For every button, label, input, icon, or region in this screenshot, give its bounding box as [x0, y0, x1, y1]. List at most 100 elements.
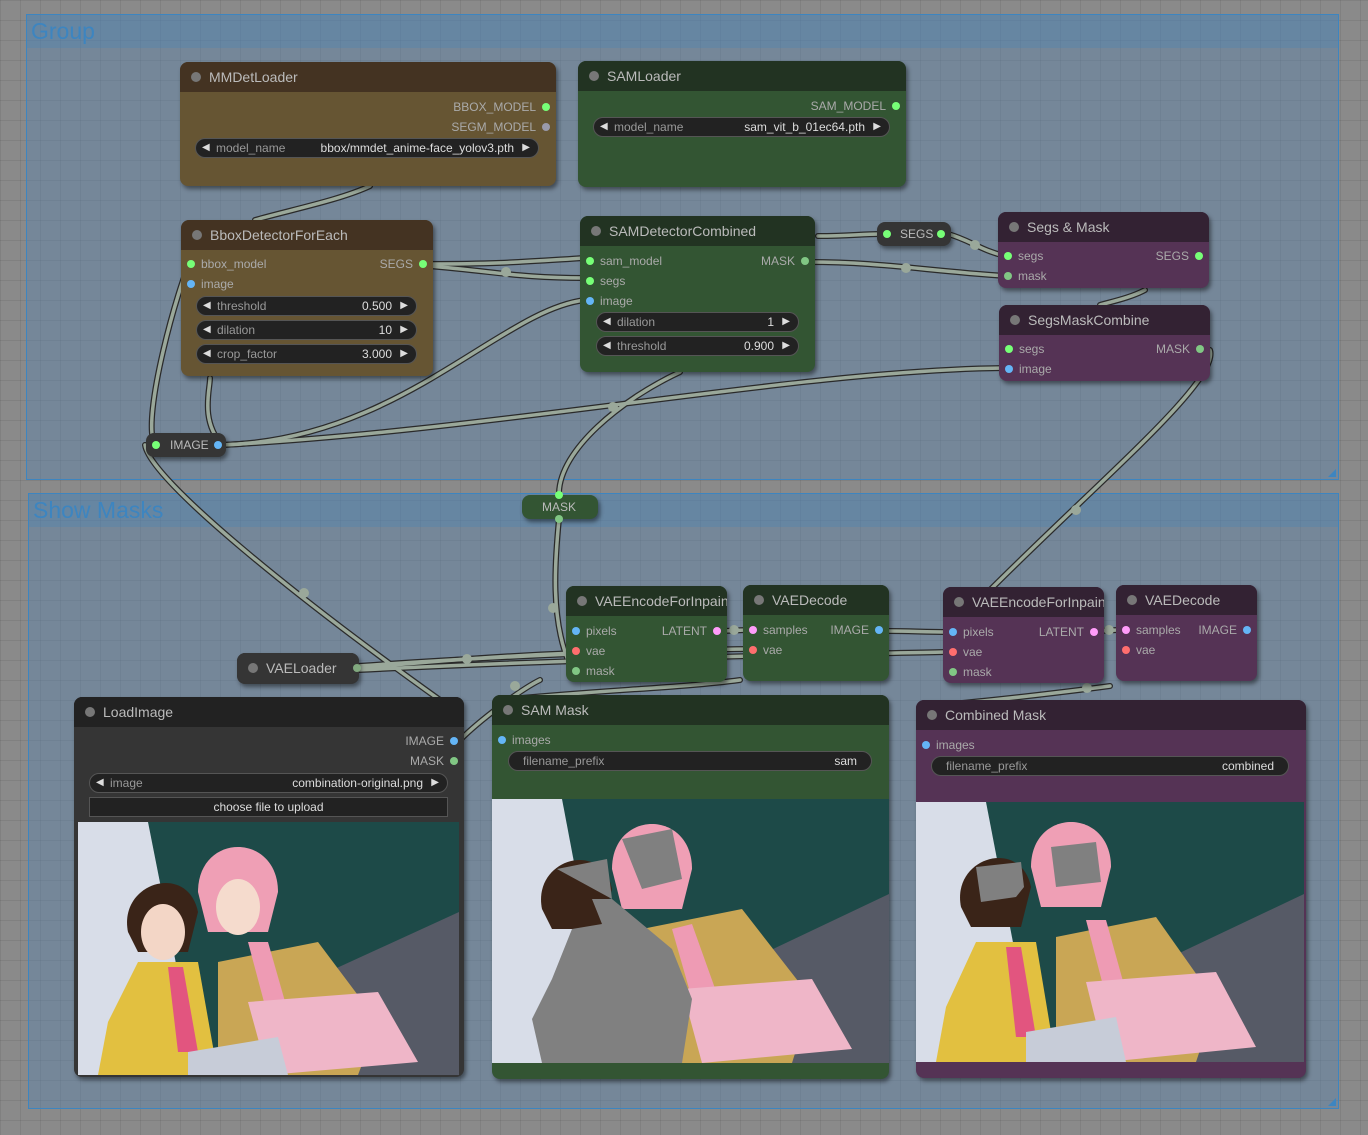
arrow-right-icon[interactable]: ▶	[782, 337, 790, 355]
slot-dot-icon[interactable]	[1122, 646, 1130, 654]
slot-dot-icon[interactable]	[1004, 252, 1012, 260]
arrow-right-icon[interactable]: ▶	[431, 774, 439, 792]
input-image[interactable]: image	[584, 294, 633, 308]
slot-dot-icon[interactable]	[713, 627, 721, 635]
output-image[interactable]: IMAGE	[830, 623, 885, 637]
slot-dot-icon[interactable]	[1004, 272, 1012, 280]
node-bboxdetectorforeach[interactable]: BboxDetectorForEach bbox_model image SEG…	[181, 220, 433, 376]
reroute-image[interactable]: IMAGE	[146, 433, 226, 457]
threshold-slider[interactable]: ◀ threshold 0.500 ▶	[196, 296, 417, 316]
arrow-right-icon[interactable]: ▶	[400, 345, 408, 363]
node-title[interactable]: VAEEncodeForInpaint	[943, 587, 1104, 617]
collapse-dot-icon[interactable]	[1010, 315, 1020, 325]
arrow-left-icon[interactable]: ◀	[600, 118, 608, 136]
crop-factor-slider[interactable]: ◀ crop_factor 3.000 ▶	[196, 344, 417, 364]
node-title[interactable]: VAEEncodeForInpaint	[566, 586, 727, 616]
slot-dot-icon[interactable]	[1196, 345, 1204, 353]
dilation-slider[interactable]: ◀ dilation 1 ▶	[596, 312, 799, 332]
slot-dot-icon[interactable]	[187, 260, 195, 268]
slot-dot-icon[interactable]	[542, 103, 550, 111]
reroute-mask[interactable]: MASK	[522, 491, 598, 523]
slot-dot-icon[interactable]	[572, 627, 580, 635]
slot-dot-icon[interactable]	[1005, 345, 1013, 353]
input-mask[interactable]: mask	[570, 664, 615, 678]
slot-dot-icon[interactable]	[922, 741, 930, 749]
input-images[interactable]: images	[920, 738, 975, 752]
filename-prefix-field[interactable]: filename_prefix sam	[508, 751, 872, 771]
node-title[interactable]: SAMLoader	[578, 61, 906, 91]
input-samples[interactable]: samples	[1120, 623, 1181, 637]
output-segs[interactable]: SEGS	[1156, 249, 1205, 263]
collapse-dot-icon[interactable]	[1127, 595, 1137, 605]
slot-dot-icon[interactable]	[949, 648, 957, 656]
choose-file-upload-button[interactable]: choose file to upload	[89, 797, 448, 817]
node-combined-mask-preview[interactable]: Combined Mask images filename_prefix comb…	[916, 700, 1306, 1078]
slot-dot-icon[interactable]	[892, 102, 900, 110]
slot-dot-icon[interactable]	[1005, 365, 1013, 373]
node-loadimage[interactable]: LoadImage IMAGE MASK ◀ image combination-o…	[74, 697, 464, 1077]
input-bbox-model[interactable]: bbox_model	[185, 257, 266, 271]
slot-dot-icon[interactable]	[875, 626, 883, 634]
slot-dot-icon[interactable]	[572, 647, 580, 655]
input-vae[interactable]: vae	[947, 645, 982, 659]
group-title[interactable]: Show Masks	[29, 494, 1338, 527]
slot-dot-icon[interactable]	[419, 260, 427, 268]
node-title[interactable]: VAELoader	[237, 653, 359, 683]
slot-dot-icon[interactable]	[949, 628, 957, 636]
output-latent[interactable]: LATENT	[662, 624, 723, 638]
group-resize-handle[interactable]	[1328, 469, 1336, 477]
collapse-dot-icon[interactable]	[248, 663, 258, 673]
node-title[interactable]: LoadImage	[74, 697, 464, 727]
collapse-dot-icon[interactable]	[577, 596, 587, 606]
arrow-left-icon[interactable]: ◀	[203, 321, 211, 339]
input-pixels[interactable]: pixels	[570, 624, 617, 638]
output-sam-model[interactable]: SAM_MODEL	[811, 99, 902, 113]
output-image[interactable]: IMAGE	[405, 734, 460, 748]
arrow-right-icon[interactable]: ▶	[873, 118, 881, 136]
node-segsmaskcombine[interactable]: SegsMaskCombine segs image MASK	[999, 305, 1210, 381]
node-samloader[interactable]: SAMLoader SAM_MODEL ◀ model_name sam_vit_b…	[578, 61, 906, 187]
collapse-dot-icon[interactable]	[192, 230, 202, 240]
collapse-dot-icon[interactable]	[927, 710, 937, 720]
slot-dot-icon[interactable]	[749, 626, 757, 634]
node-title[interactable]: MMDetLoader	[180, 62, 556, 92]
dilation-slider[interactable]: ◀ dilation 10 ▶	[196, 320, 417, 340]
slot-dot-icon[interactable]	[949, 668, 957, 676]
slot-dot-icon[interactable]	[586, 277, 594, 285]
model-name-combo[interactable]: ◀ model_name bbox/mmdet_anime-face_yolov3.…	[195, 138, 539, 158]
arrow-right-icon[interactable]: ▶	[400, 321, 408, 339]
arrow-right-icon[interactable]: ▶	[522, 139, 530, 157]
collapse-dot-icon[interactable]	[503, 705, 513, 715]
input-vae[interactable]: vae	[570, 644, 605, 658]
arrow-left-icon[interactable]: ◀	[603, 337, 611, 355]
collapse-dot-icon[interactable]	[85, 707, 95, 717]
slot-dot-icon[interactable]	[214, 441, 222, 449]
collapse-dot-icon[interactable]	[591, 226, 601, 236]
input-segs[interactable]: segs	[1003, 342, 1044, 356]
slot-dot-icon[interactable]	[1122, 626, 1130, 634]
output-mask[interactable]: MASK	[1156, 342, 1206, 356]
node-segs-and-mask[interactable]: Segs & Mask segs mask SEGS	[998, 212, 1209, 288]
slot-dot-icon[interactable]	[450, 737, 458, 745]
slot-dot-icon[interactable]	[542, 123, 550, 131]
node-vaedecode[interactable]: VAEDecode samples vae IMAGE	[743, 585, 889, 681]
group-resize-handle[interactable]	[1328, 1098, 1336, 1106]
input-image[interactable]: image	[1003, 362, 1052, 376]
collapse-dot-icon[interactable]	[1009, 222, 1019, 232]
output-vae-dot-icon[interactable]	[353, 664, 361, 672]
slot-dot-icon[interactable]	[498, 736, 506, 744]
output-mask[interactable]: MASK	[761, 254, 811, 268]
input-image[interactable]: image	[185, 277, 234, 291]
output-bbox-model[interactable]: BBOX_MODEL	[453, 100, 552, 114]
node-title[interactable]: Combined Mask	[916, 700, 1306, 730]
slot-dot-icon[interactable]	[1243, 626, 1251, 634]
input-mask[interactable]: mask	[1002, 269, 1047, 283]
input-vae[interactable]: vae	[1120, 643, 1155, 657]
slot-dot-icon[interactable]	[749, 646, 757, 654]
slot-dot-icon[interactable]	[555, 515, 563, 523]
node-title[interactable]: SAMDetectorCombined	[580, 216, 815, 246]
threshold-slider[interactable]: ◀ threshold 0.900 ▶	[596, 336, 799, 356]
slot-dot-icon[interactable]	[1090, 628, 1098, 636]
output-segm-model[interactable]: SEGM_MODEL	[451, 120, 552, 134]
node-title[interactable]: SAM Mask	[492, 695, 889, 725]
